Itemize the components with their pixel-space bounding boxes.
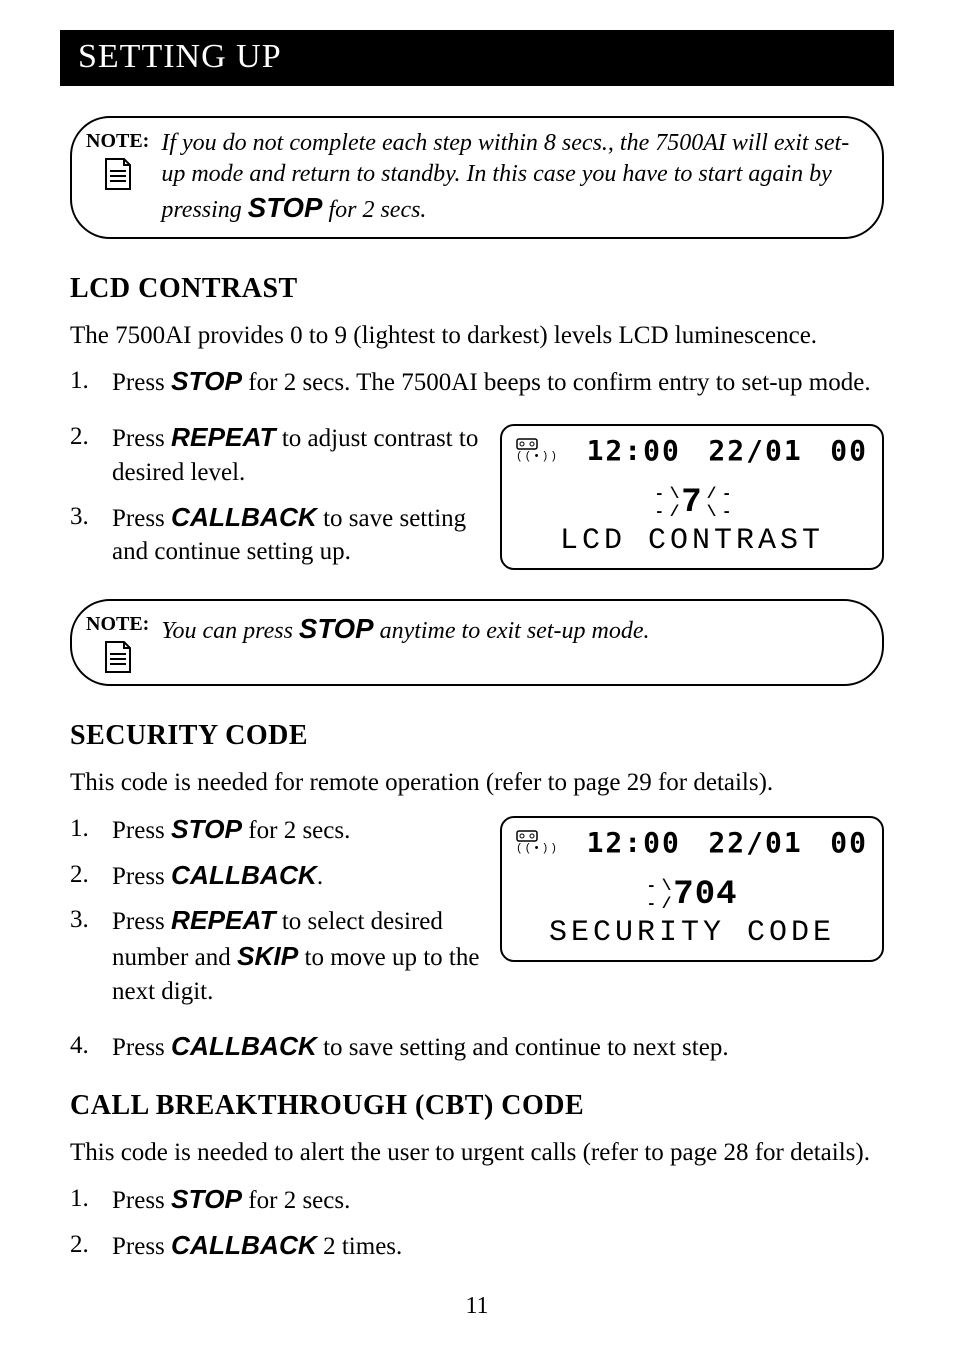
lcd-display-security: ((•)) 12:00 22/01 00 - \- /704 SECURITY …	[500, 816, 884, 962]
list-item: 2. Press CALLBACK 2 times.	[70, 1228, 884, 1264]
antenna-icon: ((•))	[516, 844, 559, 855]
list-item: 1. Press STOP for 2 secs.	[70, 1182, 884, 1218]
lcd-time: 12:00	[587, 434, 681, 467]
note-icon	[102, 640, 134, 674]
page-header: SETTING UP	[60, 30, 894, 86]
tape-icon: ((•))	[516, 438, 559, 463]
heading-lcd-contrast: LCD CONTRAST	[70, 273, 884, 305]
intro-lcd-contrast: The 7500AI provides 0 to 9 (lightest to …	[70, 319, 884, 353]
list-item: 1. Press STOP for 2 secs.	[70, 812, 482, 848]
note-label: NOTE:	[86, 130, 149, 153]
lcd-value: 7	[681, 484, 702, 522]
intro-security-code: This code is needed for remote operation…	[70, 766, 884, 800]
heading-security-code: SECURITY CODE	[70, 720, 884, 752]
lcd-display-contrast: ((•)) 12:00 22/01 00 - \- /7/ -\ - LCD C…	[500, 424, 884, 570]
note-box-1: NOTE: If you do not complete each step w…	[70, 116, 884, 239]
page-number: 11	[0, 1293, 954, 1320]
flank-left-icon: - \- /	[646, 877, 669, 913]
list-item: 2. Press CALLBACK.	[70, 858, 482, 894]
list-item: 2. Press REPEAT to adjust contrast to de…	[70, 420, 482, 490]
flank-right-icon: / -\ -	[707, 485, 730, 521]
steps-lcd-contrast: 1. Press STOP for 2 secs. The 7500AI bee…	[70, 364, 884, 400]
lcd-date: 22/01	[708, 434, 802, 467]
note-icon	[102, 157, 134, 191]
flank-left-icon: - \- /	[654, 485, 677, 521]
list-item: 1. Press STOP for 2 secs. The 7500AI bee…	[70, 364, 884, 400]
lcd-date: 22/01	[708, 826, 802, 859]
lcd-label: LCD CONTRAST	[512, 524, 872, 558]
list-item: 3. Press CALLBACK to save setting and co…	[70, 500, 482, 570]
lcd-time: 12:00	[587, 826, 681, 859]
note-text-2: You can press STOP anytime to exit set-u…	[161, 611, 862, 647]
list-item: 3. Press REPEAT to select desired number…	[70, 903, 482, 1008]
lcd-value: 704	[673, 876, 737, 914]
note-text-1: If you do not complete each step within …	[161, 128, 862, 227]
heading-cbt-code: CALL BREAKTHROUGH (CBT) CODE	[70, 1090, 884, 1122]
intro-cbt-code: This code is needed to alert the user to…	[70, 1136, 884, 1170]
tape-icon: ((•))	[516, 830, 559, 855]
list-item: 4. Press CALLBACK to save setting and co…	[70, 1029, 884, 1065]
lcd-label: SECURITY CODE	[512, 916, 872, 950]
antenna-icon: ((•))	[516, 452, 559, 463]
lcd-count: 00	[830, 826, 868, 859]
note-box-2: NOTE: You can press STOP anytime to exit…	[70, 599, 884, 686]
lcd-count: 00	[830, 434, 868, 467]
note-label: NOTE:	[86, 613, 149, 636]
